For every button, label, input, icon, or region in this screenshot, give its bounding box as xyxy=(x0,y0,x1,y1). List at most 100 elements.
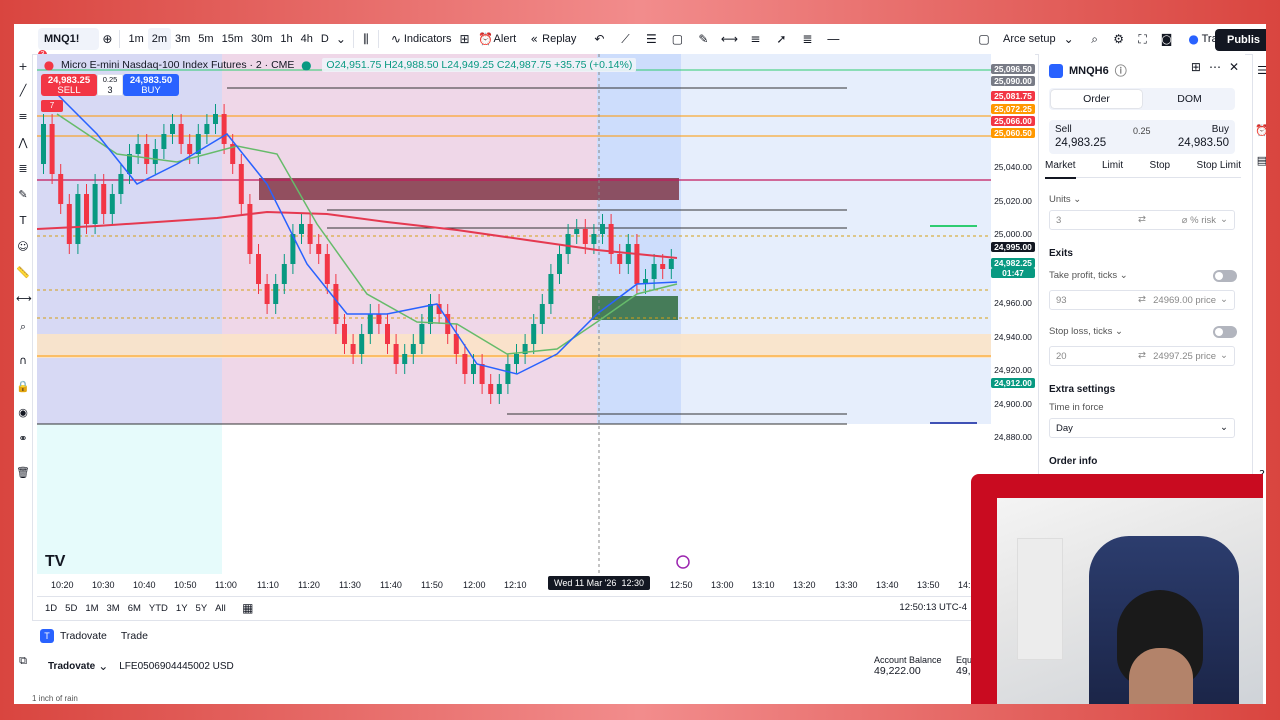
sell-side[interactable]: Sell 24,983.25 xyxy=(1055,124,1106,149)
zoom-tool-icon[interactable]: ⌕ xyxy=(16,320,30,334)
hide-tool-icon[interactable]: ◉ xyxy=(16,406,30,420)
ruler-tool-icon[interactable]: 📏 xyxy=(16,266,30,280)
chevron-down-icon[interactable]: ⌄ xyxy=(1220,294,1228,305)
minus-icon[interactable]: ― xyxy=(825,32,841,46)
timeframe-4h[interactable]: 4h xyxy=(297,28,317,50)
more-icon[interactable]: ⋯ xyxy=(1209,60,1221,74)
camera-icon[interactable]: ◙ xyxy=(1159,32,1175,46)
cursor-icon[interactable]: ➚ xyxy=(773,32,789,46)
search-icon[interactable]: ⌕ xyxy=(1087,32,1103,47)
candle-style-icon[interactable]: ⫼ xyxy=(358,32,374,47)
sell-button[interactable]: 24,983.25 SELL xyxy=(41,74,97,96)
gear-icon[interactable]: ⚙ xyxy=(1111,32,1127,46)
range-1d[interactable]: 1D xyxy=(45,603,57,614)
timeframe-1h[interactable]: 1h xyxy=(276,28,296,50)
trend-line-tool-icon[interactable]: ╱ xyxy=(16,84,30,98)
take-profit-input[interactable]: 93 ⇄ 24969.00 price ⌄ xyxy=(1049,290,1235,310)
order-type-limit[interactable]: Limit xyxy=(1102,160,1123,171)
indicators-button[interactable]: ∿ Indicators xyxy=(383,28,457,50)
undo-icon[interactable]: ↶ xyxy=(591,32,607,46)
position-icon[interactable]: ≡ xyxy=(747,32,763,46)
tab-tradovate[interactable]: T Tradovate xyxy=(40,629,107,643)
pattern-tool-icon[interactable]: ⋀ xyxy=(16,136,30,150)
publish-button[interactable]: Publis xyxy=(1214,29,1266,51)
settings-lines-icon[interactable]: ≣ xyxy=(799,32,815,46)
order-type-stop-limit[interactable]: Stop Limit xyxy=(1197,160,1241,171)
add-symbol-icon[interactable]: ⊕ xyxy=(99,32,115,46)
chart-drawing[interactable]: TV xyxy=(37,54,991,574)
time-in-force-select[interactable]: Day ⌄ xyxy=(1049,418,1235,438)
close-icon[interactable]: ✕ xyxy=(1229,60,1239,74)
buy-side[interactable]: Buy 24,983.50 xyxy=(1178,124,1229,149)
range-1y[interactable]: 1Y xyxy=(176,603,188,614)
swap-icon[interactable]: ⇄ xyxy=(1138,214,1146,225)
range-5y[interactable]: 5Y xyxy=(196,603,208,614)
timeframe-1m[interactable]: 1m xyxy=(124,28,147,50)
forecast-tool-icon[interactable]: ≣ xyxy=(16,162,30,176)
eye-icon[interactable]: ● xyxy=(298,58,314,72)
symbol-search[interactable]: MNQ1! xyxy=(38,28,100,50)
tab-order[interactable]: Order xyxy=(1051,90,1142,108)
layout-name[interactable]: Arce setup xyxy=(998,28,1061,50)
range-all[interactable]: All xyxy=(215,603,226,614)
link-tool-icon[interactable]: ⚭ xyxy=(16,432,30,446)
news-icon[interactable]: ▤ xyxy=(1255,154,1266,168)
templates-icon[interactable]: ⊞ xyxy=(457,32,473,46)
order-type-market[interactable]: Market xyxy=(1045,160,1076,179)
stop-loss-toggle[interactable] xyxy=(1213,326,1237,338)
fib-tool-icon[interactable]: ≡ xyxy=(16,110,30,124)
swap-icon[interactable]: ⇄ xyxy=(1138,294,1146,305)
crosshair-icon[interactable]: + xyxy=(16,60,30,74)
layout-icon[interactable]: ▢ xyxy=(976,32,992,46)
alert-button[interactable]: ⏰ Alert xyxy=(473,28,522,50)
swap-icon[interactable]: ⇄ xyxy=(1138,350,1146,361)
watchlist-icon[interactable]: ☰ xyxy=(1255,64,1266,78)
broker-selector[interactable]: Tradovate xyxy=(48,661,95,672)
rectangle-icon[interactable]: ▢ xyxy=(669,32,685,46)
trend-line-icon[interactable]: ⟋ xyxy=(617,32,633,47)
range-6m[interactable]: 6M xyxy=(128,603,141,614)
info-icon[interactable]: ⓘ xyxy=(1113,62,1129,79)
account-id[interactable]: LFE0506904445002 USD xyxy=(119,661,234,672)
objects-tree-icon[interactable]: ⧉ xyxy=(16,654,30,668)
measure-tool-icon[interactable]: ⟷ xyxy=(16,292,32,306)
timeframe-30m[interactable]: 30m xyxy=(247,28,276,50)
timeframe-3m[interactable]: 3m xyxy=(171,28,194,50)
lock-tool-icon[interactable]: 🔒 xyxy=(16,380,30,394)
chevron-down-icon[interactable]: ⌄ xyxy=(95,659,111,673)
brush-tool-icon[interactable]: ✎ xyxy=(16,188,30,202)
take-profit-toggle[interactable] xyxy=(1213,270,1237,282)
range-3m[interactable]: 3M xyxy=(107,603,120,614)
trash-tool-icon[interactable]: 🗑 xyxy=(16,466,30,480)
chevron-down-icon[interactable]: ⌄ xyxy=(1220,214,1228,225)
calendar-icon[interactable]: ▦ xyxy=(240,601,256,615)
buy-button[interactable]: 24,983.50 BUY xyxy=(123,74,179,96)
fullscreen-icon[interactable]: ⛶ xyxy=(1135,32,1151,47)
grid-icon[interactable]: ⊞ xyxy=(1191,60,1201,74)
timeframe-15m[interactable]: 15m xyxy=(218,28,247,50)
units-input[interactable]: 3 ⇄ ⌀ % risk ⌄ xyxy=(1049,210,1235,230)
range-1m[interactable]: 1M xyxy=(85,603,98,614)
stop-loss-input[interactable]: 20 ⇄ 24997.25 price ⌄ xyxy=(1049,346,1235,366)
chevron-down-icon[interactable]: ⌄ xyxy=(1220,422,1228,433)
brush-icon[interactable]: ✎ xyxy=(695,32,711,46)
chevron-down-icon[interactable]: ⌄ xyxy=(1061,32,1077,46)
clock[interactable]: 12:50:13 UTC-4 xyxy=(899,602,967,613)
replay-button[interactable]: « Replay xyxy=(521,28,581,50)
chart-canvas[interactable]: TV ● Micro E-mini Nasdaq-100 Index Futur… xyxy=(37,54,991,624)
chevron-down-icon[interactable]: ⌄ xyxy=(1220,350,1228,361)
fib-icon[interactable]: ☰ xyxy=(643,32,659,46)
emoji-tool-icon[interactable]: ☺ xyxy=(16,240,30,254)
magnet-tool-icon[interactable]: ∩ xyxy=(16,354,30,368)
order-type-stop[interactable]: Stop xyxy=(1150,160,1171,171)
lightning-icon[interactable] xyxy=(676,555,690,569)
time-axis[interactable]: Wed 11 Mar '26 12:30 10:20 10:30 10:40 10:5… xyxy=(37,574,991,594)
chevron-down-icon[interactable]: ⌄ xyxy=(333,32,349,46)
alerts-icon[interactable]: ⏰ xyxy=(1255,124,1266,138)
range-5d[interactable]: 5D xyxy=(65,603,77,614)
quantity-box[interactable]: 0.25 3 xyxy=(97,74,123,96)
timeframe-D[interactable]: D xyxy=(317,28,333,50)
timeframe-5m[interactable]: 5m xyxy=(194,28,217,50)
timeframe-2m[interactable]: 2m xyxy=(147,28,172,50)
text-tool-icon[interactable]: T xyxy=(16,214,30,228)
